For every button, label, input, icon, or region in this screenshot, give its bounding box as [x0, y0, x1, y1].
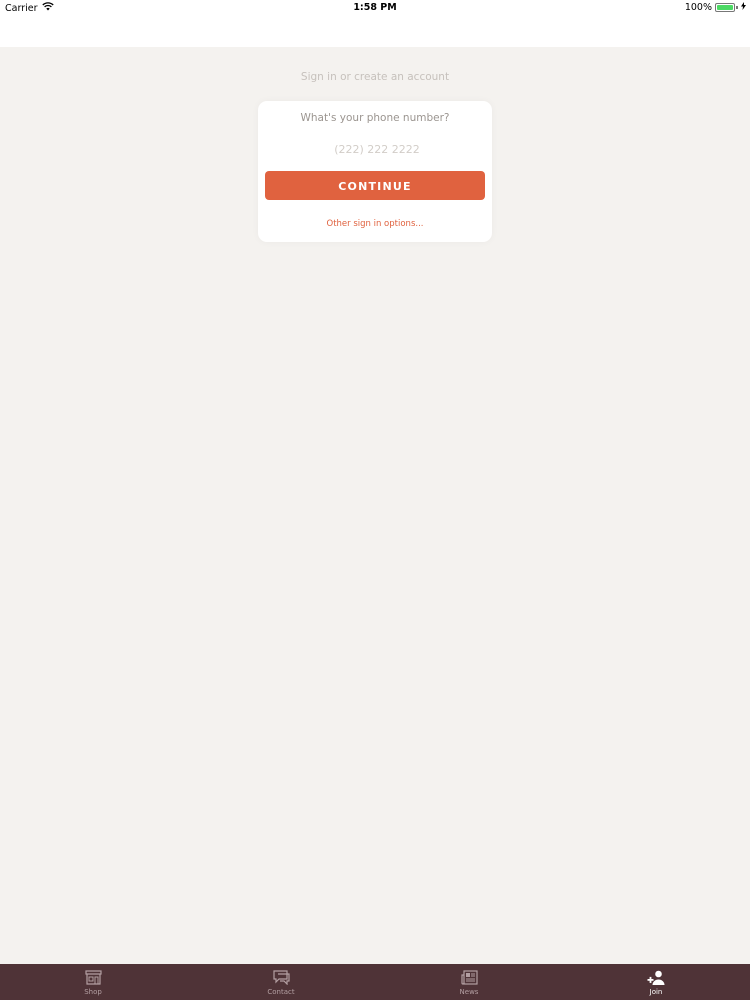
tab-label-news: News — [459, 988, 479, 996]
tab-label-join: Join — [649, 988, 663, 996]
tab-join[interactable]: Join — [596, 964, 716, 1000]
tab-news[interactable]: News — [409, 964, 529, 1000]
add-user-icon — [647, 969, 665, 986]
storefront-icon — [84, 969, 102, 986]
battery-percent: 100% — [684, 2, 712, 13]
charging-bolt-icon — [741, 2, 746, 13]
status-bar: Carrier 1:58 PM 100% — [0, 0, 750, 16]
status-time: 1:58 PM — [353, 2, 397, 13]
battery-tip — [736, 6, 738, 9]
tab-bar: Shop Contact News Join — [0, 964, 750, 1000]
tab-label-contact: Contact — [267, 988, 295, 996]
other-sign-in-options-link[interactable]: Other sign in options... — [258, 219, 492, 229]
phone-number-label: What's your phone number? — [300, 112, 450, 124]
login-card: What's your phone number? CONTINUE Other… — [258, 101, 492, 242]
chat-bubble-icon — [272, 969, 290, 986]
page-heading: Sign in or create an account — [300, 71, 450, 83]
phone-number-input[interactable] — [278, 138, 476, 160]
tab-contact[interactable]: Contact — [221, 964, 341, 1000]
continue-button[interactable]: CONTINUE — [265, 171, 485, 200]
newspaper-icon — [460, 969, 478, 986]
tab-shop[interactable]: Shop — [33, 964, 153, 1000]
status-right: 100% — [685, 2, 746, 13]
battery-icon — [715, 3, 735, 12]
tab-label-shop: Shop — [84, 988, 102, 996]
navigation-bar — [0, 16, 750, 47]
